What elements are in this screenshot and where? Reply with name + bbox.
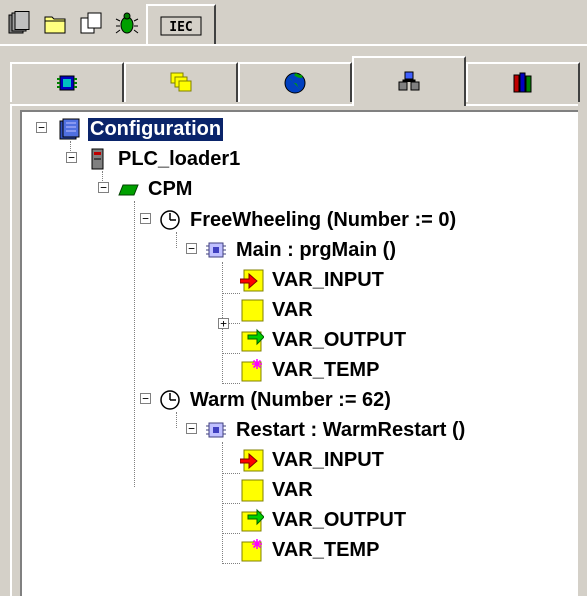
var-temp-icon <box>240 538 264 562</box>
tree-node-label: VAR_TEMP <box>272 358 380 381</box>
tree-node-label: Warm (Number := 62) <box>190 388 391 411</box>
configuration-icon <box>56 117 80 141</box>
tree-node-var-output[interactable]: VAR_OUTPUT <box>240 505 406 535</box>
tree-node-plc[interactable]: PLC_loader1 <box>86 144 240 174</box>
tree-node-configuration[interactable]: Configuration <box>56 114 225 144</box>
tab-5[interactable] <box>466 62 580 102</box>
tab-4[interactable] <box>352 56 466 106</box>
tree-node-label: FreeWheeling (Number := 0) <box>190 208 457 231</box>
cpm-icon <box>116 177 140 201</box>
blue-chip-icon <box>55 71 79 95</box>
toolbar-button-folder[interactable] <box>40 6 70 40</box>
tree-node-var[interactable]: VAR <box>240 475 313 505</box>
var-input-icon <box>240 268 264 292</box>
var-icon <box>240 478 264 502</box>
tree-node-label: VAR <box>272 478 313 501</box>
tree-node-var-output[interactable]: VAR_OUTPUT <box>240 325 406 355</box>
var-output-icon <box>240 508 264 532</box>
folder-icon <box>43 11 67 35</box>
toolbar-button-pages[interactable] <box>4 6 34 40</box>
pages-icon <box>7 11 31 35</box>
var-icon <box>240 298 264 322</box>
tree-node-label: VAR_OUTPUT <box>272 508 407 531</box>
collapse-toggle[interactable]: − <box>140 393 151 404</box>
copy-icon <box>79 11 103 35</box>
var-output-icon <box>240 328 264 352</box>
tree-node-program-restart[interactable]: Restart : WarmRestart () <box>204 415 465 445</box>
tree-node-var-input[interactable]: VAR_INPUT <box>240 265 384 295</box>
tab-strip <box>10 56 580 106</box>
tree-node-label: VAR_TEMP <box>272 538 380 561</box>
tab-2[interactable] <box>124 62 238 102</box>
object-tree[interactable]: − − − − − + − − Configuration PLC_loader… <box>20 110 578 596</box>
var-temp-icon <box>240 358 264 382</box>
expand-toggle[interactable]: + <box>218 318 229 329</box>
globe-icon <box>283 71 307 95</box>
collapse-toggle[interactable]: − <box>186 423 197 434</box>
tab-1[interactable] <box>10 62 124 102</box>
network-icon <box>397 70 421 94</box>
tree-node-var[interactable]: VAR <box>240 295 313 325</box>
var-input-icon <box>240 448 264 472</box>
program-block-icon <box>204 238 228 262</box>
yellow-windows-icon <box>169 71 193 95</box>
tree-node-label: PLC_loader1 <box>118 147 241 170</box>
tree-node-label: VAR_INPUT <box>272 268 384 291</box>
collapse-toggle[interactable]: − <box>36 122 47 133</box>
plc-icon <box>86 147 110 171</box>
collapse-toggle[interactable]: − <box>186 243 197 254</box>
tree-node-task-warm[interactable]: Warm (Number := 62) <box>158 385 391 415</box>
tree-node-label: VAR_INPUT <box>272 448 384 471</box>
tree-node-task-freewheeling[interactable]: FreeWheeling (Number := 0) <box>158 205 456 235</box>
collapse-toggle[interactable]: − <box>140 213 151 224</box>
tree-node-program-main[interactable]: Main : prgMain () <box>204 235 396 265</box>
books-icon <box>511 71 535 95</box>
collapse-toggle[interactable]: − <box>98 182 109 193</box>
bug-icon <box>115 11 139 35</box>
tab-3[interactable] <box>238 62 352 102</box>
tree-node-label: CPM <box>148 177 193 200</box>
tree-node-cpm[interactable]: CPM <box>116 174 192 204</box>
tree-node-var-temp[interactable]: VAR_TEMP <box>240 355 379 385</box>
program-block-icon <box>204 418 228 442</box>
toolbar-button-iec[interactable]: IEC <box>146 4 216 46</box>
toolbar-button-copy[interactable] <box>76 6 106 40</box>
toolbar-button-debug[interactable] <box>112 6 142 40</box>
tree-node-label: VAR <box>272 298 313 321</box>
tree-node-label: VAR_OUTPUT <box>272 328 407 351</box>
collapse-toggle[interactable]: − <box>66 152 77 163</box>
svg-text:IEC: IEC <box>169 20 192 35</box>
toolbar: IEC <box>0 0 587 46</box>
clock-icon <box>158 388 182 412</box>
tree-node-label: Configuration <box>86 116 225 142</box>
tree-node-label: Main : prgMain () <box>236 238 396 261</box>
iec-icon: IEC <box>159 14 203 38</box>
tree-node-var-input[interactable]: VAR_INPUT <box>240 445 384 475</box>
clock-icon <box>158 208 182 232</box>
tree-node-var-temp[interactable]: VAR_TEMP <box>240 535 379 565</box>
tree-node-label: Restart : WarmRestart () <box>236 418 466 441</box>
